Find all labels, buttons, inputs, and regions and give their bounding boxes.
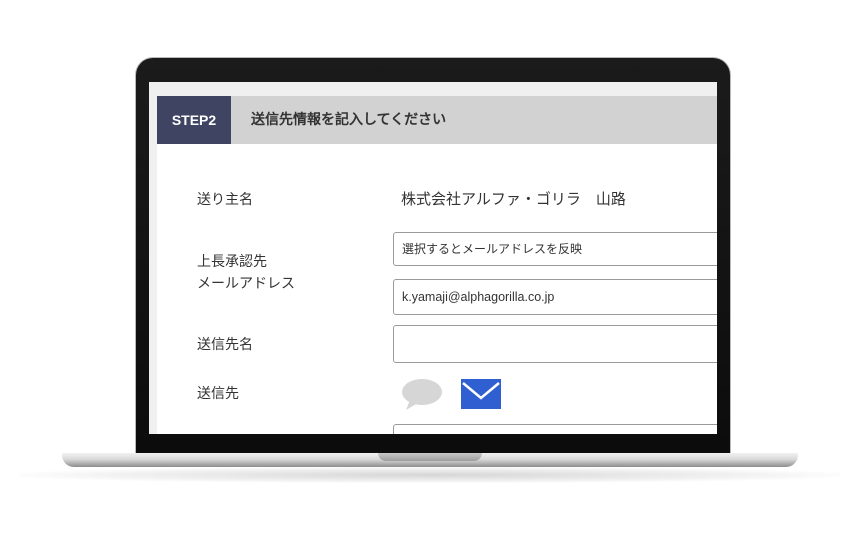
laptop-mockup: STEP2 送信先情報を記入してください 送り主名 株式会社アルファ・ゴリラ 山… [0, 0, 860, 540]
laptop-shadow [20, 467, 840, 483]
step-title: 送信先情報を記入してください [251, 112, 447, 128]
approver-label-line2: メールアドレス [197, 276, 295, 292]
step-badge: STEP2 [157, 96, 231, 144]
recipient-name-field[interactable] [393, 325, 717, 363]
laptop-screen: STEP2 送信先情報を記入してください 送り主名 株式会社アルファ・ゴリラ 山… [149, 82, 717, 434]
sender-value: 株式会社アルファ・ゴリラ 山路 [401, 190, 626, 208]
step-header: STEP2 送信先情報を記入してください [157, 96, 717, 144]
recipient-name-label: 送信先名 [197, 337, 253, 353]
next-field[interactable] [393, 424, 717, 434]
mail-icon[interactable] [461, 379, 501, 409]
form-panel: STEP2 送信先情報を記入してください 送り主名 株式会社アルファ・ゴリラ 山… [157, 96, 717, 434]
laptop-notch [378, 453, 482, 461]
approver-label-line1: 上長承認先 [197, 254, 267, 270]
sender-label: 送り主名 [197, 192, 253, 208]
speech-bubble-icon[interactable] [401, 378, 443, 412]
approver-email-field[interactable]: k.yamaji@alphagorilla.co.jp [393, 279, 717, 315]
recipient-label: 送信先 [197, 386, 239, 402]
approver-select[interactable]: 選択するとメールアドレスを反映 [393, 232, 717, 266]
